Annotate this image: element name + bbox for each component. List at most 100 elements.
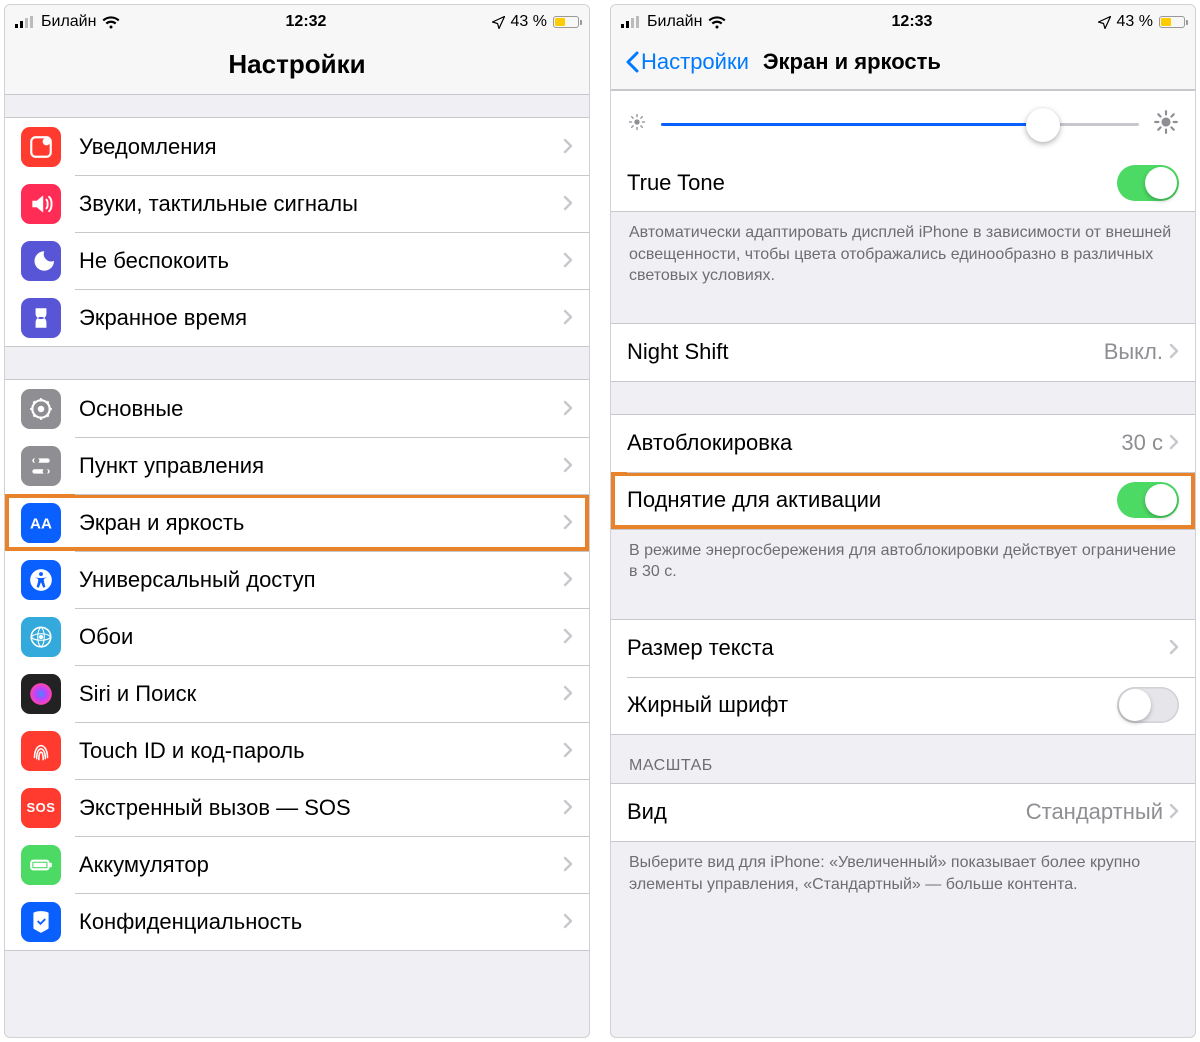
settings-row-controlcenter[interactable]: Пункт управления	[5, 437, 589, 494]
zoom-view-label: Вид	[627, 799, 1026, 825]
screentime-icon	[21, 298, 61, 338]
row-label: Экранное время	[79, 305, 563, 331]
chevron-right-icon	[563, 852, 573, 878]
settings-row-touchid[interactable]: Touch ID и код-пароль	[5, 722, 589, 779]
settings-list[interactable]: Уведомления Звуки, тактильные сигналы Не б…	[5, 95, 589, 1037]
nav-header: Настройки	[5, 39, 589, 95]
chevron-right-icon	[563, 795, 573, 821]
true-tone-toggle[interactable]	[1117, 165, 1179, 201]
zoom-section-header: МАСШТАБ	[611, 735, 1195, 783]
status-bar: Билайн 12:32 43 %	[5, 5, 589, 39]
chevron-right-icon	[563, 134, 573, 160]
carrier-label: Билайн	[647, 13, 702, 31]
row-label: Экран и яркость	[79, 510, 563, 536]
settings-row-screentime[interactable]: Экранное время	[5, 289, 589, 346]
accessibility-icon	[21, 560, 61, 600]
chevron-right-icon	[563, 681, 573, 707]
chevron-right-icon	[563, 909, 573, 935]
wifi-icon	[102, 16, 120, 29]
battery-pct: 43 %	[1117, 13, 1153, 31]
settings-row-dnd[interactable]: Не беспокоить	[5, 232, 589, 289]
chevron-right-icon	[1169, 339, 1179, 365]
battery-icon	[553, 16, 579, 28]
row-label: Touch ID и код-пароль	[79, 738, 563, 764]
location-icon	[1098, 16, 1111, 29]
row-label: Конфиденциальность	[79, 909, 563, 935]
autolock-value: 30 с	[1121, 430, 1163, 456]
settings-row-notifications[interactable]: Уведомления	[5, 118, 589, 175]
back-label: Настройки	[641, 49, 749, 75]
display-icon: AA	[21, 503, 61, 543]
signal-icon	[621, 16, 641, 28]
siri-icon	[21, 674, 61, 714]
chevron-right-icon	[563, 738, 573, 764]
battery-pct: 43 %	[511, 13, 547, 31]
sounds-icon	[21, 184, 61, 224]
autolock-footer: В режиме энергосбережения для автоблокир…	[611, 530, 1195, 587]
notifications-icon	[21, 127, 61, 167]
svg-text:AA: AA	[30, 515, 52, 532]
row-label: Уведомления	[79, 134, 563, 160]
night-shift-label: Night Shift	[627, 339, 1104, 365]
settings-row-sounds[interactable]: Звуки, тактильные сигналы	[5, 175, 589, 232]
settings-row-siri[interactable]: Siri и Поиск	[5, 665, 589, 722]
autolock-label: Автоблокировка	[627, 430, 1121, 456]
chevron-right-icon	[563, 567, 573, 593]
chevron-right-icon	[563, 396, 573, 422]
row-true-tone[interactable]: True Tone	[611, 154, 1195, 211]
brightness-high-icon	[1153, 109, 1179, 140]
settings-row-battery[interactable]: Аккумулятор	[5, 836, 589, 893]
phone-display-brightness: Билайн 12:33 43 % Настройки	[610, 4, 1196, 1038]
zoom-value: Стандартный	[1026, 799, 1163, 825]
chevron-right-icon	[563, 305, 573, 331]
chevron-right-icon	[1169, 430, 1179, 456]
row-text-size[interactable]: Размер текста	[611, 620, 1195, 677]
privacy-icon	[21, 902, 61, 942]
row-label: Обои	[79, 624, 563, 650]
row-night-shift[interactable]: Night Shift Выкл.	[611, 324, 1195, 381]
page-title: Настройки	[19, 49, 575, 80]
row-bold-text[interactable]: Жирный шрифт	[611, 677, 1195, 734]
dnd-icon	[21, 241, 61, 281]
chevron-right-icon	[1169, 799, 1179, 825]
carrier-label: Билайн	[41, 13, 96, 31]
sos-icon: SOS	[21, 788, 61, 828]
settings-row-privacy[interactable]: Конфиденциальность	[5, 893, 589, 950]
chevron-right-icon	[1169, 635, 1179, 661]
wifi-icon	[708, 16, 726, 29]
bold-text-label: Жирный шрифт	[627, 692, 1117, 718]
raise-to-wake-toggle[interactable]	[1117, 482, 1179, 518]
raise-label: Поднятие для активации	[627, 487, 1117, 513]
settings-row-accessibility[interactable]: Универсальный доступ	[5, 551, 589, 608]
chevron-right-icon	[563, 453, 573, 479]
bold-text-toggle[interactable]	[1117, 687, 1179, 723]
settings-row-sos[interactable]: SOSЭкстренный вызов — SOS	[5, 779, 589, 836]
page-title: Экран и яркость	[763, 49, 941, 75]
status-time: 12:33	[892, 13, 933, 31]
row-label: Не беспокоить	[79, 248, 563, 274]
row-label: Звуки, тактильные сигналы	[79, 191, 563, 217]
nav-header: Настройки Экран и яркость	[611, 39, 1195, 90]
true-tone-footer: Автоматически адаптировать дисплей iPhon…	[611, 212, 1195, 291]
zoom-footer: Выберите вид для iPhone: «Увеличенный» п…	[611, 842, 1195, 899]
brightness-slider-row	[611, 91, 1195, 154]
location-icon	[492, 16, 505, 29]
chevron-right-icon	[563, 624, 573, 650]
chevron-right-icon	[563, 191, 573, 217]
row-label: Основные	[79, 396, 563, 422]
controlcenter-icon	[21, 446, 61, 486]
settings-row-display[interactable]: AA Экран и яркость	[5, 494, 589, 551]
status-time: 12:32	[286, 13, 327, 31]
back-button[interactable]: Настройки	[625, 49, 749, 75]
row-raise-to-wake[interactable]: Поднятие для активации	[611, 472, 1195, 529]
settings-row-wallpaper[interactable]: Обои	[5, 608, 589, 665]
row-display-zoom[interactable]: Вид Стандартный	[611, 784, 1195, 841]
battery-icon	[1159, 16, 1185, 28]
night-shift-value: Выкл.	[1104, 339, 1163, 365]
display-settings-list[interactable]: True Tone Автоматически адаптировать дис…	[611, 90, 1195, 1037]
true-tone-label: True Tone	[627, 170, 1117, 196]
row-label: Аккумулятор	[79, 852, 563, 878]
brightness-slider[interactable]	[661, 123, 1139, 126]
row-autolock[interactable]: Автоблокировка 30 с	[611, 415, 1195, 472]
settings-row-general[interactable]: Основные	[5, 380, 589, 437]
